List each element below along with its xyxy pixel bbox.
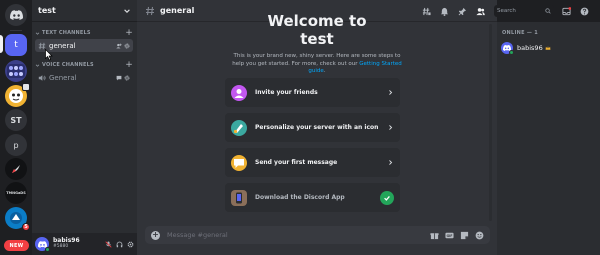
- paintbrush-icon: [231, 119, 247, 136]
- rail-separator: [10, 30, 22, 31]
- add-attachment-plus-icon[interactable]: +: [151, 230, 160, 240]
- bell-icon[interactable]: [440, 7, 449, 16]
- server-st[interactable]: ST: [5, 109, 27, 131]
- help-icon[interactable]: [580, 7, 589, 16]
- member-name: babis96: [517, 43, 543, 52]
- avatar: [501, 41, 514, 55]
- server-blue[interactable]: 5: [5, 207, 30, 231]
- unread-count-badge: 5: [22, 223, 30, 231]
- server-test[interactable]: t: [5, 34, 27, 56]
- server-rail: t ST p TMNGaDS 5 NEW: [0, 0, 32, 255]
- crown-icon: [545, 45, 551, 50]
- composer-tools: GIF: [430, 231, 484, 240]
- rocket-icon: [12, 165, 20, 173]
- member-item[interactable]: babis96: [501, 40, 596, 55]
- mute-mic-icon[interactable]: [105, 240, 112, 248]
- pin-icon[interactable]: [458, 7, 467, 16]
- category-text-channels[interactable]: TEXT CHANNELS +: [35, 28, 133, 38]
- online-status-dot: [45, 247, 50, 252]
- chevron-right-icon: [389, 160, 393, 165]
- mouse-cursor-icon: [45, 49, 53, 61]
- server-grid-avatar[interactable]: [5, 60, 27, 82]
- channel-name: General: [49, 73, 77, 82]
- checkmark-icon: [380, 190, 394, 205]
- message-input[interactable]: Message #general: [167, 231, 228, 239]
- notification-badge: [22, 83, 30, 91]
- server-p[interactable]: p: [5, 134, 27, 156]
- server-image-icon: [7, 64, 25, 78]
- header-toolbar: Search: [418, 0, 600, 22]
- channel-sidebar: test TEXT CHANNELS + general VOICE CHANN…: [32, 0, 137, 255]
- welcome-line-2: test: [300, 30, 334, 48]
- user-names[interactable]: babis96 #5880: [53, 238, 80, 250]
- gif-icon[interactable]: GIF: [445, 231, 454, 240]
- threads-icon[interactable]: [422, 7, 431, 16]
- download-app-card[interactable]: Download the Discord App: [225, 183, 400, 212]
- server-logo-icon: [10, 212, 22, 224]
- discord-logo-icon: [9, 10, 23, 20]
- avatar[interactable]: [35, 237, 50, 252]
- svg-text:GIF: GIF: [446, 233, 452, 237]
- message-bubble-icon: [231, 154, 247, 171]
- online-status-dot: [509, 49, 514, 55]
- add-member-icon[interactable]: [116, 43, 122, 49]
- user-panel: babis96 #5880: [32, 233, 137, 255]
- server-name: test: [38, 6, 56, 15]
- server-header[interactable]: test: [32, 0, 137, 22]
- message-composer[interactable]: + Message #general GIF: [145, 226, 490, 244]
- chat-area: general Welcome to test This is your bra…: [137, 0, 497, 255]
- chevron-down-icon: [124, 8, 130, 13]
- server-mascot[interactable]: [5, 83, 30, 107]
- member-list-icon[interactable]: [476, 7, 485, 16]
- phone-app-icon: [231, 189, 247, 206]
- chat-bubble-icon[interactable]: [116, 75, 122, 81]
- search-icon: [545, 8, 551, 14]
- selected-indicator: [0, 35, 3, 53]
- sticker-icon[interactable]: [460, 231, 469, 240]
- channel-tools: [116, 43, 130, 49]
- inbox-icon[interactable]: [562, 6, 571, 16]
- gear-icon[interactable]: [124, 75, 130, 81]
- server-rocket[interactable]: [5, 158, 27, 180]
- send-first-message-card[interactable]: Send your first message: [225, 148, 400, 177]
- server-tmngads[interactable]: TMNGaDS: [5, 182, 27, 204]
- headphones-icon[interactable]: [116, 241, 123, 248]
- voice-channel-general[interactable]: General: [35, 71, 133, 84]
- channel-tools: [116, 75, 130, 81]
- speaker-icon: [38, 74, 46, 81]
- gear-icon[interactable]: [127, 241, 134, 248]
- server-initial: t: [14, 40, 18, 50]
- user-tag: #5880: [53, 244, 69, 250]
- chevron-down-icon: [35, 31, 40, 35]
- emoji-icon[interactable]: [475, 231, 484, 240]
- chevron-right-icon: [389, 90, 393, 95]
- gift-icon[interactable]: [430, 231, 439, 240]
- member-group-heading: ONLINE — 1: [502, 30, 539, 36]
- category-voice-channels[interactable]: VOICE CHANNELS +: [35, 60, 133, 70]
- chevron-right-icon: [389, 125, 393, 130]
- user-controls: [105, 240, 134, 248]
- gear-icon[interactable]: [124, 43, 130, 49]
- chevron-down-icon: [35, 63, 40, 67]
- search-input[interactable]: Search: [494, 5, 554, 17]
- invite-friends-card[interactable]: Invite your friends: [225, 78, 400, 107]
- create-channel-plus-icon[interactable]: +: [125, 60, 133, 70]
- welcome-description: This is your brand new, shiny server. He…: [232, 53, 402, 74]
- new-badge: NEW: [4, 240, 29, 251]
- member-list: ONLINE — 1 babis96: [497, 22, 600, 255]
- personalize-server-card[interactable]: Personalize your server with an icon: [225, 113, 400, 142]
- home-button[interactable]: [5, 4, 27, 26]
- invite-icon: [231, 84, 247, 101]
- create-channel-plus-icon[interactable]: +: [125, 28, 133, 38]
- scrollbar[interactable]: [489, 24, 492, 221]
